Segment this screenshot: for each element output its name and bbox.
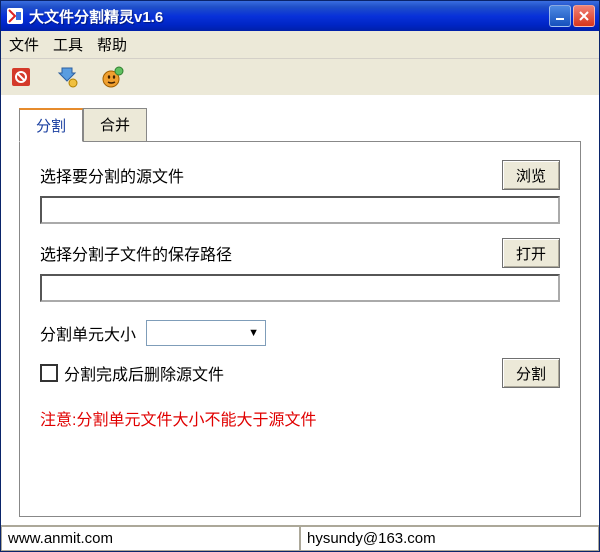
tab-merge[interactable]: 合并 [83,108,147,142]
titlebar: 大文件分割精灵v1.6 [1,1,599,31]
source-file-label: 选择要分割的源文件 [40,163,502,187]
toolbar-help-icon[interactable] [101,65,125,89]
chevron-down-icon: ▼ [248,327,259,339]
app-window: 大文件分割精灵v1.6 文件 工具 帮助 [0,0,600,552]
toolbar-settings-icon[interactable] [55,65,79,89]
menubar: 文件 工具 帮助 [1,31,599,59]
dest-path-label: 选择分割子文件的保存路径 [40,241,502,265]
dest-path-input[interactable] [40,274,560,302]
menu-tools[interactable]: 工具 [53,34,83,55]
status-left: www.anmit.com [1,526,300,551]
statusbar: www.anmit.com hysundy@163.com [1,525,599,551]
delete-source-label: 分割完成后删除源文件 [64,361,224,385]
window-controls [549,5,595,27]
menu-file[interactable]: 文件 [9,34,39,55]
status-right: hysundy@163.com [300,526,599,551]
window-title: 大文件分割精灵v1.6 [29,6,549,27]
split-panel: 选择要分割的源文件 浏览 选择分割子文件的保存路径 打开 分割单元大小 ▼ 分割 [19,141,581,517]
tab-split[interactable]: 分割 [19,108,83,142]
open-button[interactable]: 打开 [502,238,560,268]
delete-source-checkbox[interactable] [40,364,58,382]
warning-text: 注意:分割单元文件大小不能大于源文件 [40,406,560,430]
close-button[interactable] [573,5,595,27]
menu-help[interactable]: 帮助 [97,34,127,55]
unit-size-combo[interactable]: ▼ [146,320,266,346]
unit-size-label: 分割单元大小 [40,321,136,345]
minimize-button[interactable] [549,5,571,27]
browse-button[interactable]: 浏览 [502,160,560,190]
main-area: 分割 合并 选择要分割的源文件 浏览 选择分割子文件的保存路径 打开 分割单元大… [1,95,599,525]
tab-row: 分割 合并 [19,107,581,141]
split-button[interactable]: 分割 [502,358,560,388]
app-icon [7,8,23,24]
toolbar-stop-icon[interactable] [9,65,33,89]
source-file-input[interactable] [40,196,560,224]
toolbar [1,59,599,95]
